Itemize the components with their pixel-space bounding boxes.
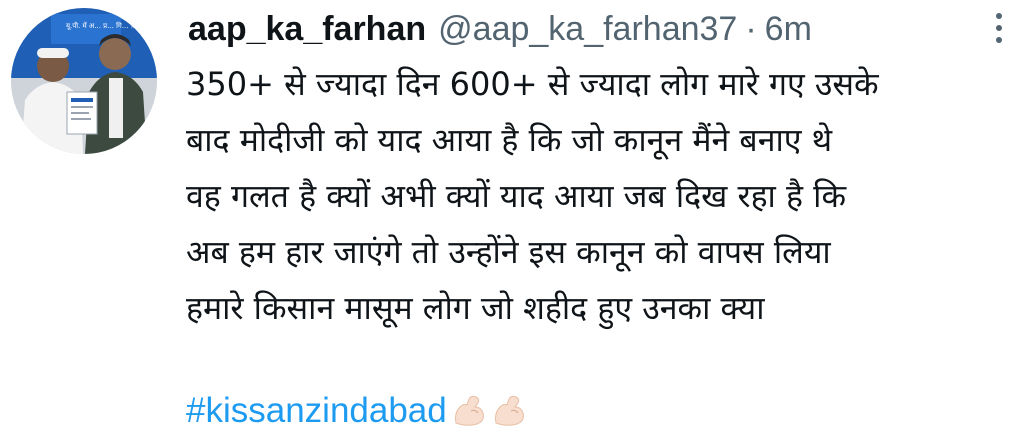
display-name[interactable]: aap_ka_farhan xyxy=(188,10,426,49)
user-handle[interactable]: @aap_ka_farhan37 xyxy=(438,10,737,49)
hashtag-link[interactable]: #kissanzindabad xyxy=(186,391,447,431)
tweet-text-line: अब हम हार जाएंगे तो उन्होंने इस कानून को… xyxy=(186,233,831,271)
avatar-photo: यू.पी. में अ... प्र... गि... फ़ी बिजली, … xyxy=(11,8,157,154)
more-horizontal-icon[interactable] xyxy=(984,8,1014,48)
tweet-text-line: बाद मोदीजी को याद आया है कि जो कानून मैं… xyxy=(186,121,833,159)
tweet-text-line: हमारे किसान मासूम लोग जो शहीद हुए उनका क… xyxy=(186,289,765,327)
tweet[interactable]: यू.पी. में अ... प्र... गि... फ़ी बिजली, … xyxy=(0,0,1024,436)
tweet-text-line: वह गलत है क्यों अभी क्यों याद आया जब दिख… xyxy=(186,177,847,215)
tweet-text-line: 350+ से ज्यादा दिन 600+ से ज्यादा लोग मा… xyxy=(186,65,879,103)
avatar[interactable]: यू.पी. में अ... प्र... गि... फ़ी बिजली, … xyxy=(11,8,157,154)
avatar-banner-text: यू.पी. में अ... प्र... गि... फ़ी बिजली, … xyxy=(66,21,157,30)
timestamp[interactable]: 6m xyxy=(765,10,812,49)
tweet-text: 350+ से ज्यादा दिन 600+ से ज्यादा लोग मा… xyxy=(186,56,1016,336)
flexed-biceps-light-skin-icon xyxy=(494,395,524,426)
tweet-header: aap_ka_farhan @aap_ka_farhan37 · 6m xyxy=(188,6,812,52)
flexed-biceps-light-skin-icon xyxy=(454,395,484,426)
hashtag-row: #kissanzindabad xyxy=(186,388,527,434)
separator-dot: · xyxy=(745,9,757,48)
